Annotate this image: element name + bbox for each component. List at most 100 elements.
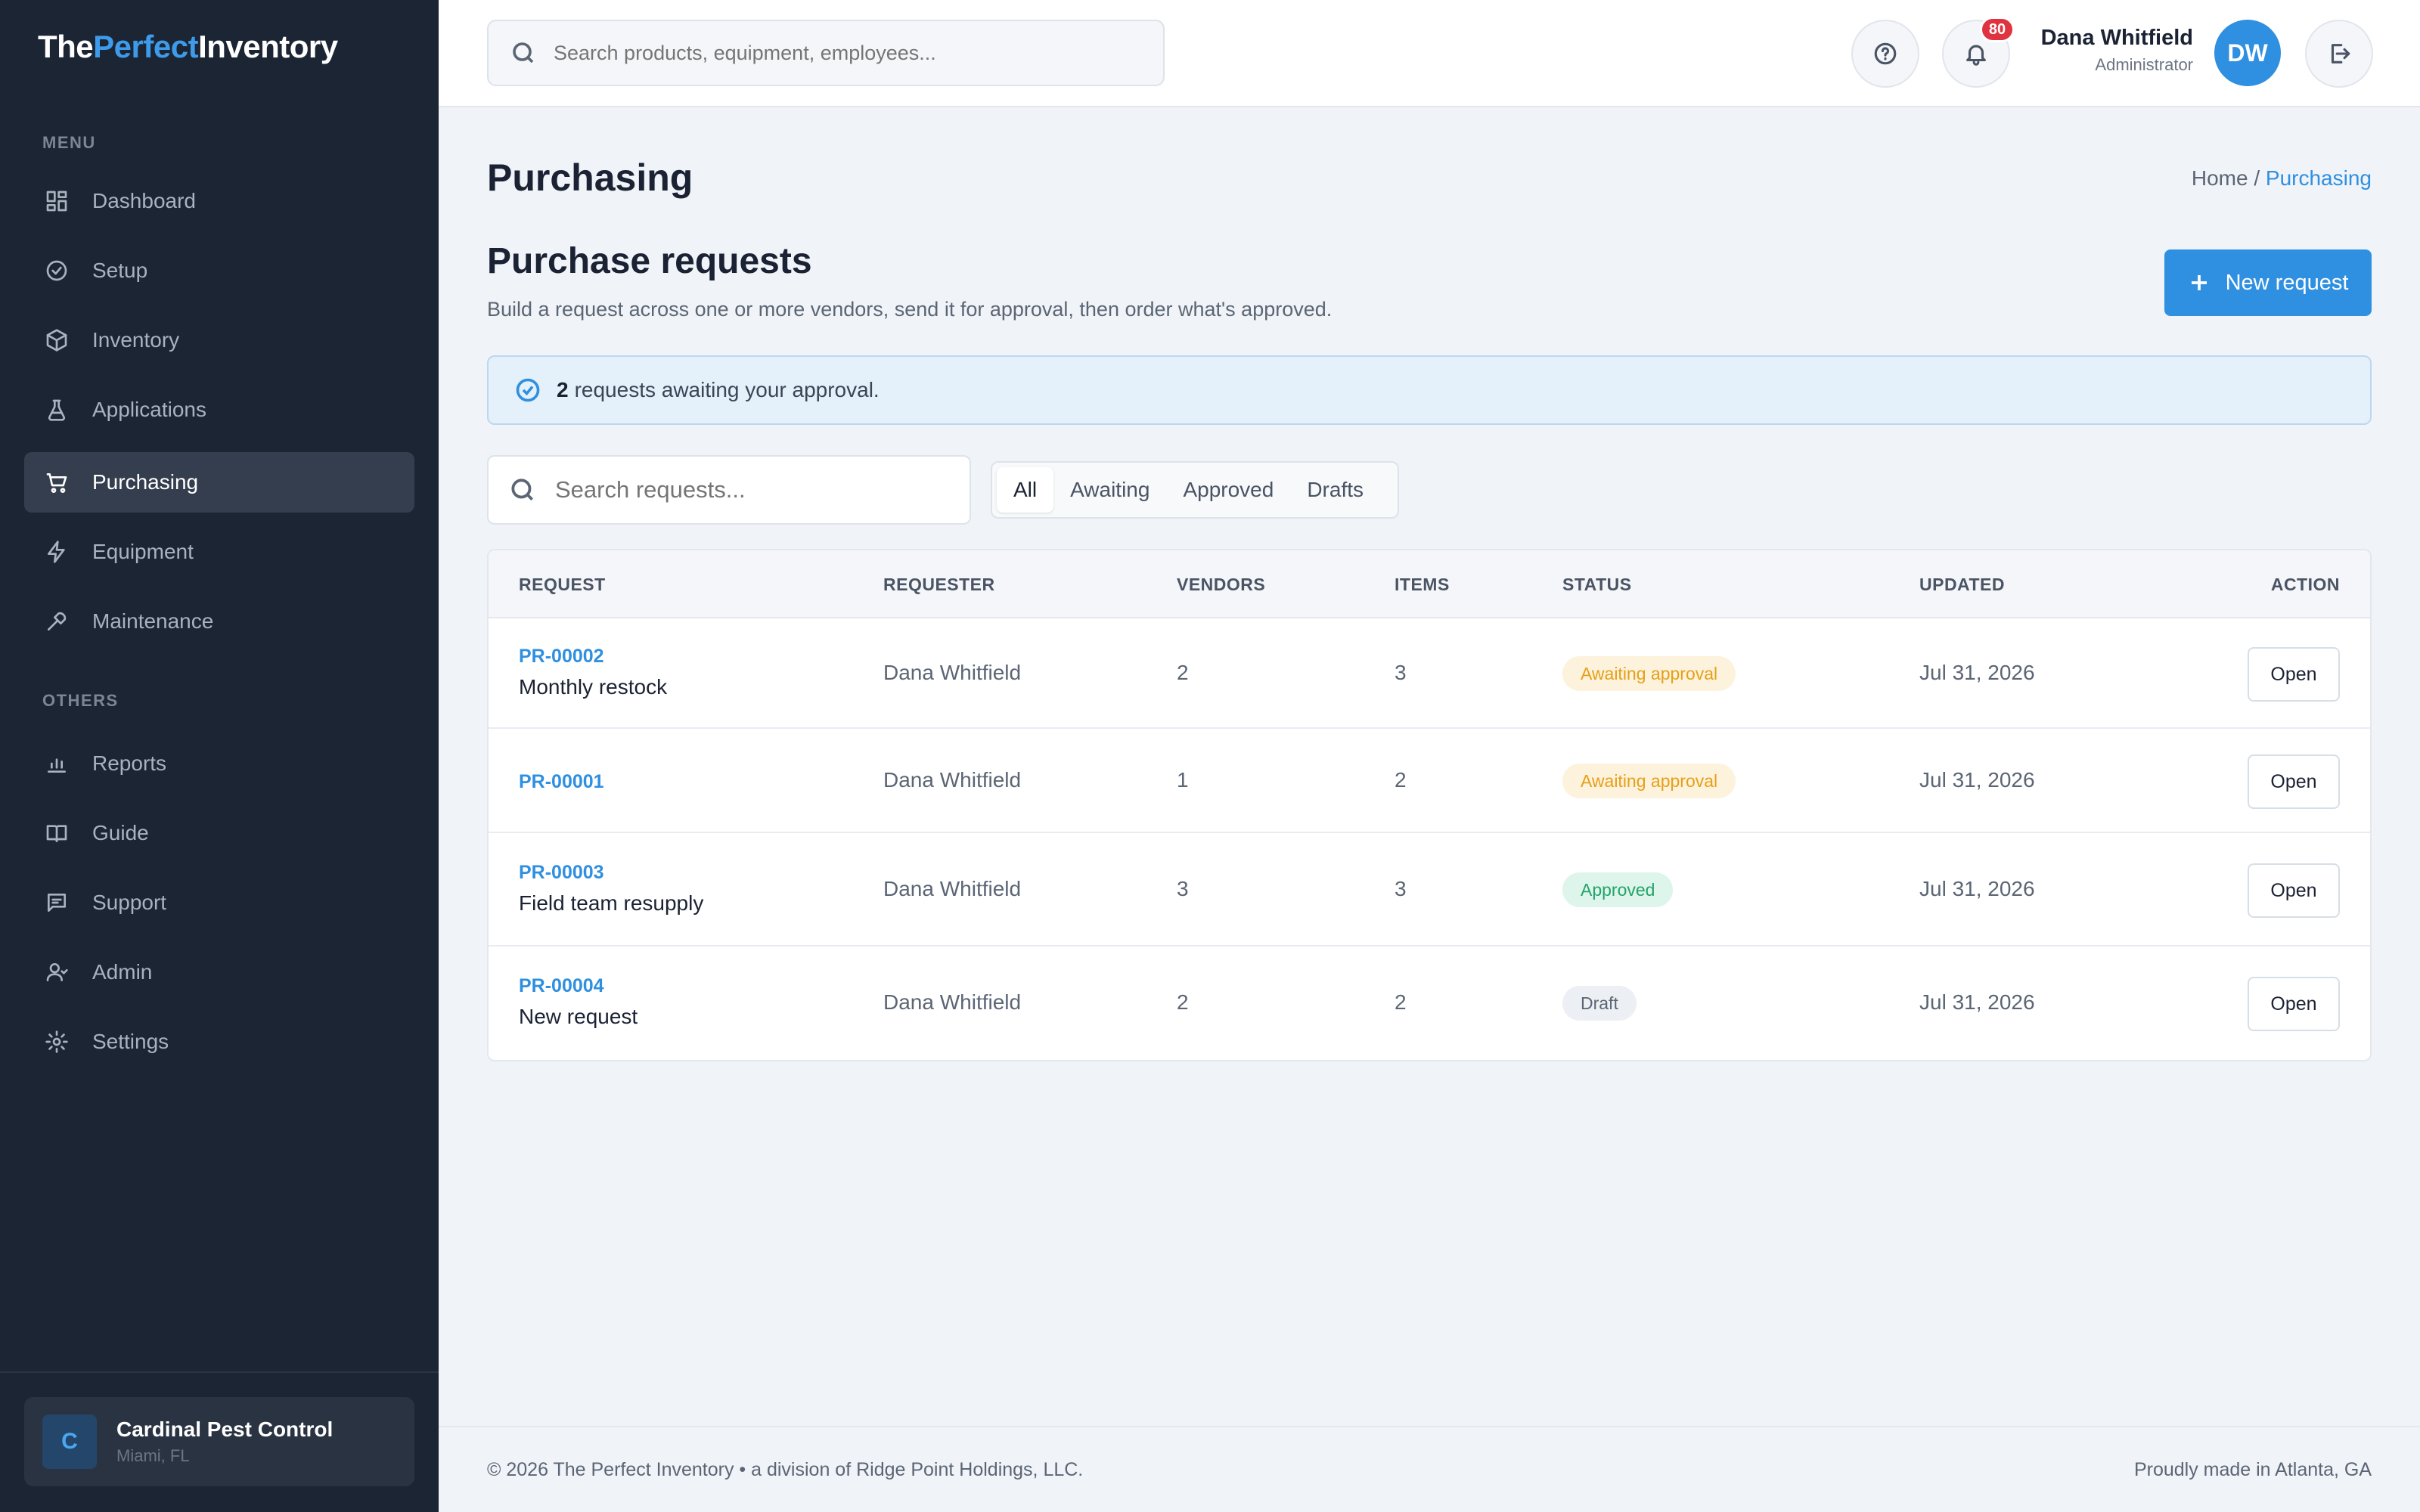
- sidebar-item-label: Equipment: [92, 540, 194, 563]
- sidebar-item-label: Admin: [92, 960, 153, 984]
- help-button[interactable]: [1851, 20, 1919, 88]
- dashboard-icon: [44, 188, 70, 214]
- table-row[interactable]: PR-00004 New request Dana Whitfield 2 2 …: [489, 947, 2370, 1060]
- section-title: Purchase requests: [487, 241, 812, 281]
- sidebar-item-label: Applications: [92, 398, 206, 421]
- sidebar-item-applications[interactable]: Applications: [24, 380, 414, 440]
- request-cell: PR-00002 Monthly restock: [519, 646, 667, 699]
- request-name: New request: [519, 1005, 638, 1028]
- notifications-button[interactable]: 80: [1942, 17, 2015, 88]
- sidebar-item-reports[interactable]: Reports: [24, 733, 414, 794]
- sidebar-item-label: Settings: [92, 1030, 169, 1053]
- breadcrumb-home[interactable]: Home: [2192, 166, 2248, 190]
- open-request-button[interactable]: Open: [2248, 977, 2340, 1031]
- open-request-button[interactable]: Open: [2248, 863, 2340, 918]
- sidebar-item-support[interactable]: Support: [24, 872, 414, 933]
- request-id-link[interactable]: PR-00004: [519, 975, 638, 997]
- sidebar-item-label: Setup: [92, 259, 148, 282]
- vendors-cell: 3: [1177, 877, 1189, 900]
- sidebar-item-maintenance[interactable]: Maintenance: [24, 591, 414, 652]
- column-header-items[interactable]: ITEMS: [1395, 575, 1450, 595]
- sidebar-item-equipment[interactable]: Equipment: [24, 522, 414, 582]
- status-badge: Awaiting approval: [1562, 764, 1736, 798]
- sidebar-item-dashboard[interactable]: Dashboard: [24, 171, 414, 231]
- request-id-link[interactable]: PR-00003: [519, 862, 703, 884]
- user-avatar[interactable]: DW: [2214, 20, 2281, 86]
- items-cell: 3: [1395, 877, 1407, 900]
- flask-icon: [44, 397, 70, 423]
- sidebar-item-guide[interactable]: Guide: [24, 803, 414, 863]
- topbar: 80 Dana Whitfield Administrator DW: [439, 0, 2420, 107]
- request-cell: PR-00001: [519, 771, 604, 793]
- check-circle-icon: [44, 258, 70, 284]
- gear-icon: [44, 1029, 70, 1055]
- check-circle-icon: [516, 378, 540, 402]
- column-header-requester[interactable]: REQUESTER: [883, 575, 995, 595]
- sidebar-item-purchasing[interactable]: Purchasing: [24, 452, 414, 513]
- notification-count-badge: 80: [1980, 17, 2015, 42]
- open-request-button[interactable]: Open: [2248, 647, 2340, 702]
- updated-cell: Jul 31, 2026: [1919, 661, 2035, 684]
- search-icon: [513, 42, 534, 64]
- open-request-button[interactable]: Open: [2248, 754, 2340, 809]
- request-cell: PR-00003 Field team resupply: [519, 862, 703, 916]
- logout-button[interactable]: [2305, 20, 2373, 88]
- sidebar-item-label: Dashboard: [92, 189, 196, 212]
- table-row[interactable]: PR-00001 Dana Whitfield 1 2 Awaiting app…: [489, 729, 2370, 833]
- wrench-icon: [44, 609, 70, 634]
- search-icon: [511, 479, 534, 501]
- sidebar-item-settings[interactable]: Settings: [24, 1012, 414, 1072]
- requests-search-input[interactable]: [555, 476, 963, 503]
- column-header-vendors[interactable]: VENDORS: [1177, 575, 1265, 595]
- plus-icon: [2191, 275, 2207, 290]
- brand-logo[interactable]: ThePerfectInventory: [38, 29, 338, 65]
- user-info[interactable]: Dana Whitfield Administrator: [2041, 26, 2193, 75]
- status-badge: Awaiting approval: [1562, 656, 1736, 691]
- bolt-icon: [44, 539, 70, 565]
- sidebar-item-setup[interactable]: Setup: [24, 240, 414, 301]
- page-title: Purchasing: [487, 156, 693, 199]
- filter-tab-approved[interactable]: Approved: [1166, 467, 1290, 513]
- logout-icon: [2331, 44, 2350, 64]
- breadcrumb-separator: /: [2254, 166, 2260, 190]
- bell-icon: [1966, 45, 1986, 66]
- sidebar-item-admin[interactable]: Admin: [24, 942, 414, 1002]
- global-search[interactable]: [487, 20, 1165, 86]
- organization-switcher[interactable]: C Cardinal Pest Control Miami, FL: [24, 1397, 414, 1486]
- column-header-status[interactable]: STATUS: [1562, 575, 1632, 595]
- requester-cell: Dana Whitfield: [883, 661, 1022, 684]
- footer-tagline: Proudly made in Atlanta, GA: [2133, 1459, 2372, 1480]
- items-cell: 2: [1395, 768, 1407, 792]
- items-cell: 3: [1395, 661, 1407, 684]
- request-id-link[interactable]: PR-00002: [519, 646, 667, 668]
- requester-cell: Dana Whitfield: [883, 877, 1022, 900]
- sidebar-divider: [0, 1371, 439, 1373]
- vendors-cell: 2: [1177, 990, 1189, 1014]
- org-avatar: C: [42, 1414, 97, 1469]
- table-row[interactable]: PR-00002 Monthly restock Dana Whitfield …: [489, 618, 2370, 729]
- sidebar-item-inventory[interactable]: Inventory: [24, 310, 414, 370]
- sidebar-item-label: Purchasing: [92, 470, 199, 494]
- column-header-updated[interactable]: UPDATED: [1919, 575, 2005, 595]
- requests-search[interactable]: [487, 455, 971, 525]
- request-name: Monthly restock: [519, 675, 668, 699]
- global-search-input[interactable]: [554, 41, 1143, 65]
- table-row[interactable]: PR-00003 Field team resupply Dana Whitfi…: [489, 833, 2370, 947]
- user-role: Administrator: [2095, 55, 2193, 74]
- box-icon: [44, 327, 70, 353]
- filter-tab-drafts[interactable]: Drafts: [1290, 467, 1380, 513]
- request-cell: PR-00004 New request: [519, 975, 638, 1029]
- footer: © 2026 The Perfect Inventory • a divisio…: [439, 1426, 2420, 1512]
- vendors-cell: 1: [1177, 768, 1189, 792]
- sidebar-item-label: Reports: [92, 751, 167, 775]
- filter-tab-all[interactable]: All: [997, 467, 1054, 513]
- new-request-button[interactable]: New request: [2164, 249, 2372, 316]
- request-id-link[interactable]: PR-00001: [519, 771, 604, 793]
- org-location: Miami, FL: [116, 1446, 190, 1465]
- filter-tab-awaiting[interactable]: Awaiting: [1053, 467, 1166, 513]
- status-badge: Draft: [1562, 986, 1637, 1021]
- brand-part-1: The: [38, 29, 94, 64]
- users-icon: [44, 959, 70, 985]
- column-header-request[interactable]: REQUEST: [519, 575, 606, 595]
- column-header-action: ACTION: [2270, 575, 2340, 594]
